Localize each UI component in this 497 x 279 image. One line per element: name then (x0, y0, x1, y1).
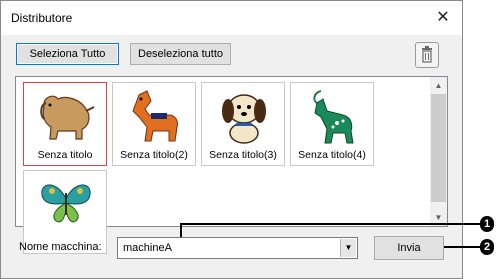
butterfly-embroidery-icon (41, 184, 91, 223)
design-tile-1[interactable]: Senza titolo (23, 82, 107, 166)
callout-badge-1: 1 (480, 216, 494, 232)
send-button[interactable]: Invia (374, 236, 444, 260)
design-label: Senza titolo (37, 149, 93, 161)
select-all-button[interactable]: Seleziona Tutto (16, 43, 119, 65)
callout-badge-2: 2 (480, 239, 494, 255)
machine-name-combobox[interactable]: machineA ▼ (117, 237, 358, 259)
callout-line-2 (444, 246, 480, 248)
goat-embroidery-icon (313, 90, 354, 144)
design-list[interactable]: Senza titolo Senza titolo(2) Senza titol… (15, 76, 448, 254)
title-bar: Distributore ✕ (1, 1, 462, 35)
horse-embroidery-icon (132, 90, 178, 142)
scroll-up-icon[interactable]: ▲ (430, 77, 447, 94)
design-label: Senza titolo(4) (298, 149, 366, 161)
machine-name-label: Nome macchina: (19, 241, 102, 253)
distributor-dialog: Distributore ✕ Seleziona Tutto Deselezio… (0, 0, 463, 279)
design-tile-2[interactable]: Senza titolo(2) (112, 82, 196, 166)
close-icon[interactable]: ✕ (429, 5, 457, 31)
callout-line-1-vertical (180, 223, 182, 237)
design-tile-4[interactable]: Senza titolo(4) (290, 82, 374, 166)
trash-icon[interactable] (415, 42, 439, 68)
chevron-down-icon[interactable]: ▼ (340, 239, 356, 257)
design-tile-3[interactable]: Senza titolo(3) (201, 82, 285, 166)
machine-name-value: machineA (123, 242, 172, 254)
deselect-all-button[interactable]: Deseleziona tutto (130, 43, 231, 65)
design-label: Senza titolo(2) (120, 149, 188, 161)
callout-line-1-horizontal (180, 223, 480, 225)
dog-embroidery-icon (40, 95, 95, 140)
design-label: Senza titolo(3) (209, 149, 277, 161)
puppy-embroidery-icon (222, 94, 266, 144)
scroll-thumb[interactable] (431, 94, 446, 202)
window-title: Distributore (11, 11, 73, 25)
list-scrollbar[interactable]: ▲ ▼ (430, 77, 447, 226)
